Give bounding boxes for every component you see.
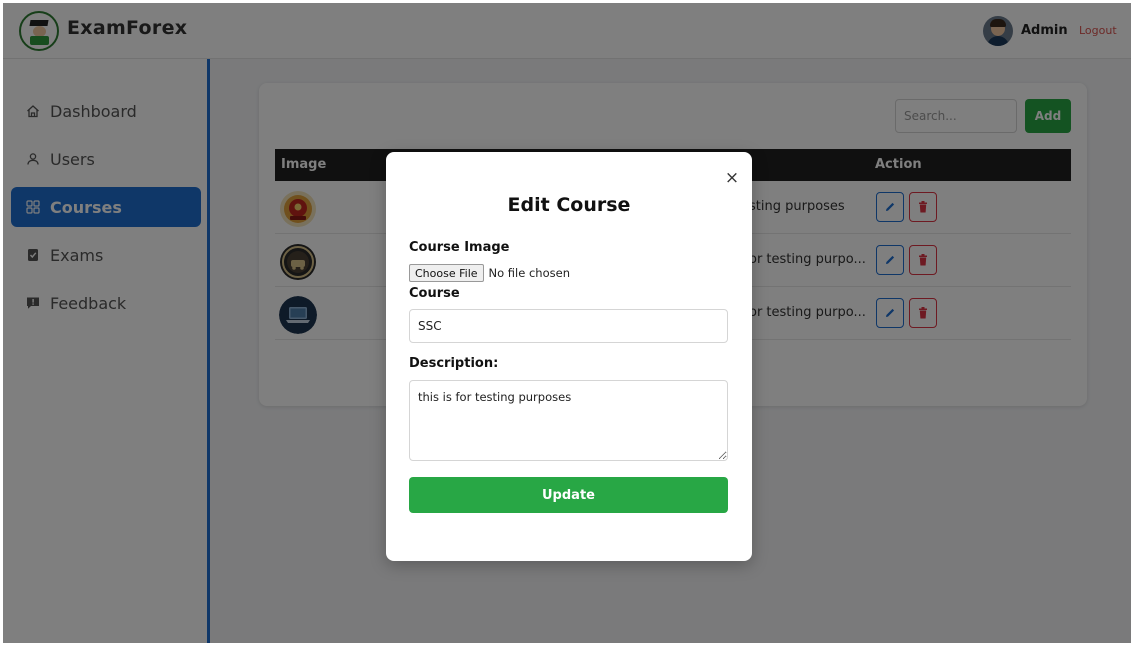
file-picker: Choose File No file chosen	[409, 264, 570, 282]
app-window: ExamForex Admin Logout Dashboard Users C…	[3, 3, 1131, 643]
course-input[interactable]	[409, 309, 728, 343]
close-icon[interactable]: ×	[724, 170, 740, 187]
description-textarea[interactable]: this is for testing purposes	[409, 380, 728, 461]
course-label: Course	[409, 286, 460, 301]
course-image-label: Course Image	[409, 240, 510, 255]
description-label: Description:	[409, 356, 499, 371]
choose-file-button[interactable]: Choose File	[409, 264, 484, 282]
edit-course-modal: × Edit Course Course Image Choose File N…	[386, 152, 752, 561]
file-status: No file chosen	[488, 266, 570, 280]
update-button[interactable]: Update	[409, 477, 728, 513]
modal-title: Edit Course	[507, 194, 631, 216]
